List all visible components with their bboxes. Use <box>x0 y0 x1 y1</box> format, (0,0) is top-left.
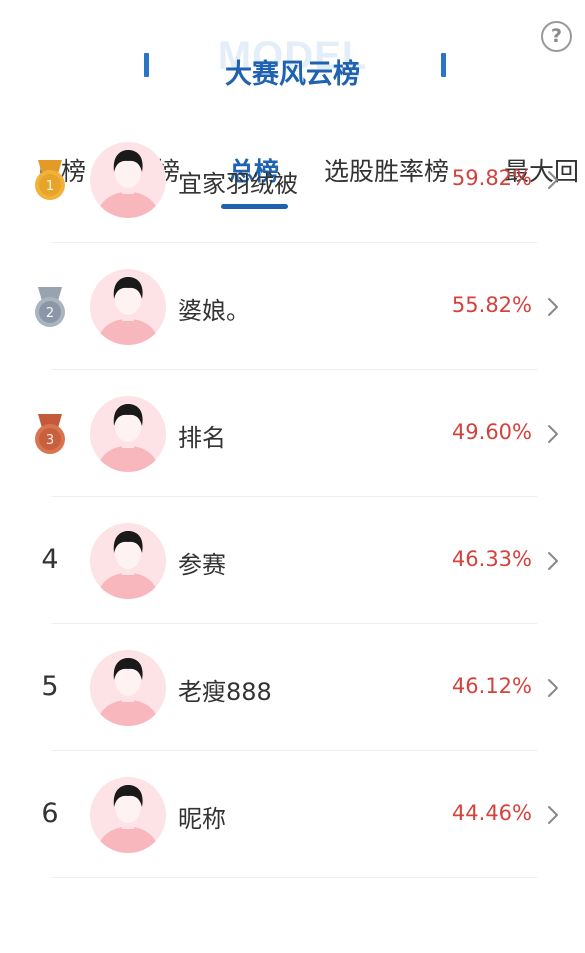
participant-name: 婆娘。 <box>178 297 250 325</box>
avatar[interactable] <box>90 523 166 599</box>
return-percentage: 49.60% <box>451 420 532 444</box>
chevron-right-icon[interactable] <box>546 423 560 445</box>
bronze-medal-icon: 3 <box>31 412 69 456</box>
avatar[interactable] <box>90 269 166 345</box>
participant-name: 排名 <box>178 424 226 452</box>
svg-text:1: 1 <box>46 179 54 194</box>
participant-name: 昵称 <box>178 805 226 833</box>
chevron-right-icon[interactable] <box>546 169 560 191</box>
svg-text:3: 3 <box>46 433 54 448</box>
participant-name: 宜家羽绒被 <box>178 170 298 198</box>
ranking-row[interactable]: 6 昵称 44.46% <box>0 751 585 878</box>
chevron-right-icon[interactable] <box>546 677 560 699</box>
return-percentage: 46.12% <box>451 674 532 698</box>
return-percentage: 55.82% <box>451 293 532 317</box>
rank-number: 6 <box>41 798 59 829</box>
chevron-right-icon[interactable] <box>546 550 560 572</box>
page-title: 大赛风云榜 <box>225 59 360 90</box>
row-divider <box>52 877 537 878</box>
return-percentage: 44.46% <box>451 801 532 825</box>
ranking-row[interactable]: 1 宜家羽绒被 59.82% <box>0 116 585 243</box>
silver-medal-icon: 2 <box>31 285 69 329</box>
return-percentage: 59.82% <box>451 166 532 190</box>
rank-number: 4 <box>41 544 59 575</box>
participant-name: 参赛 <box>178 551 226 579</box>
title-accent-bar-right <box>441 53 446 77</box>
participant-name: 老瘦888 <box>178 678 272 706</box>
ranking-row[interactable]: 2 婆娘。 55.82% <box>0 243 585 370</box>
gold-medal-icon: 1 <box>31 158 69 202</box>
chevron-right-icon[interactable] <box>546 804 560 826</box>
rank-number: 5 <box>41 671 59 702</box>
ranking-row[interactable]: 5 老瘦888 46.12% <box>0 624 585 751</box>
return-percentage: 46.33% <box>451 547 532 571</box>
chevron-right-icon[interactable] <box>546 296 560 318</box>
avatar[interactable] <box>90 650 166 726</box>
page-header: MODEL 大赛风云榜 <box>0 30 585 110</box>
ranking-row[interactable]: 4 参赛 46.33% <box>0 497 585 624</box>
svg-text:2: 2 <box>46 306 54 321</box>
ranking-row[interactable]: 3 排名 49.60% <box>0 370 585 497</box>
avatar[interactable] <box>90 142 166 218</box>
avatar[interactable] <box>90 777 166 853</box>
avatar[interactable] <box>90 396 166 472</box>
